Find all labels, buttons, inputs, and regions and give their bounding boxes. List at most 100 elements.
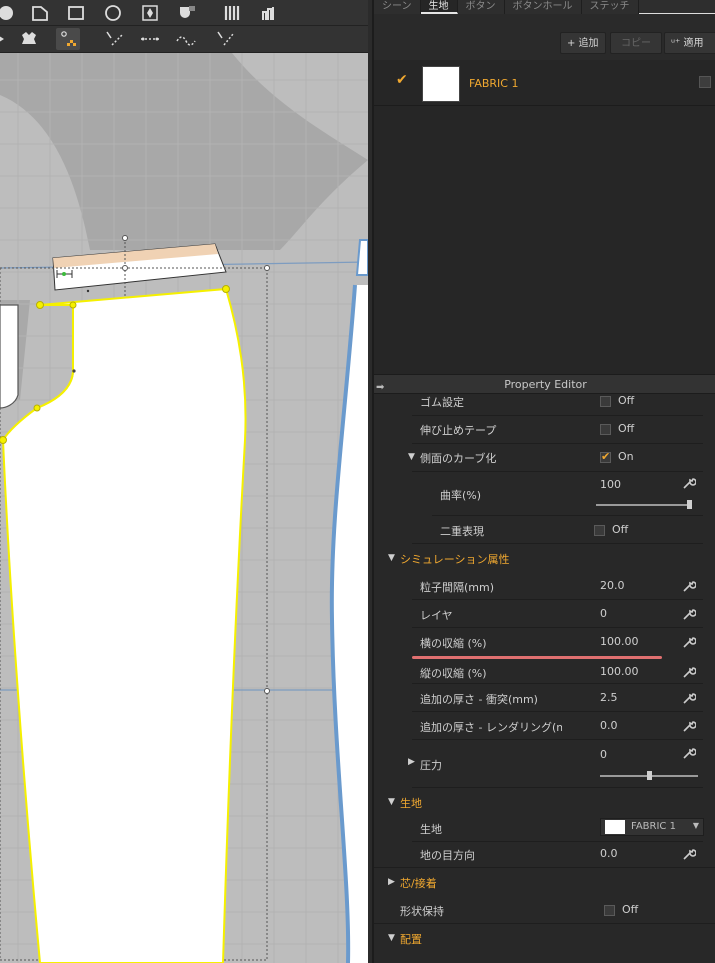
fabric-menu-icon[interactable] <box>699 76 711 88</box>
sokumen-checkbox[interactable] <box>600 450 611 463</box>
atsusa-render-value[interactable]: 0.0 <box>600 719 618 732</box>
atsuryoku-slider-thumb[interactable] <box>647 771 652 780</box>
layer-value[interactable]: 0 <box>600 607 607 620</box>
prop-row-atsusa-render: 追加の厚さ - レンダリング(mm) 0.0 <box>374 712 715 740</box>
yoko-value[interactable]: 100.00 <box>600 635 639 648</box>
wrench-icon[interactable] <box>682 476 696 490</box>
chevron-down-icon: ▼ <box>692 821 699 830</box>
prop-label: 縦の収縮 (%) <box>420 667 487 680</box>
kyokuritsu-value[interactable]: 100 <box>600 478 621 491</box>
ryushi-value[interactable]: 20.0 <box>600 579 625 592</box>
fabric-swatch <box>605 820 625 834</box>
prop-row-nijuu: 二重表現 Off <box>374 516 715 544</box>
wrench-icon[interactable] <box>682 847 696 861</box>
prop-label: ゴム設定 <box>420 396 464 409</box>
tab-buttonhole[interactable]: ボタンホール <box>505 0 582 14</box>
tate-value[interactable]: 100.00 <box>600 665 639 678</box>
kyokuritsu-slider[interactable] <box>596 504 690 506</box>
prop-row-kyokuritsu: 曲率(%) 100 <box>374 472 715 516</box>
prop-label: 地の目方向 <box>420 849 475 862</box>
tab-fabric[interactable]: 生地 <box>420 0 458 14</box>
wrench-icon[interactable] <box>682 579 696 593</box>
add-fabric-button[interactable]: + 追加 <box>560 32 606 54</box>
kyokuritsu-slider-thumb[interactable] <box>687 500 692 509</box>
tab-stitch[interactable]: ステッチ <box>582 0 639 14</box>
expand-triangle-icon[interactable]: ▼ <box>408 452 415 462</box>
check-icon: ✔ <box>396 72 408 88</box>
wrench-icon[interactable] <box>682 719 696 733</box>
section-label: 生地 <box>400 797 422 810</box>
prop-row-nobidome: 伸び止めテープ Off <box>374 416 715 444</box>
edit-point-tool-icon[interactable] <box>56 28 80 50</box>
prop-row-layer: レイヤ 0 <box>374 600 715 628</box>
tab-button[interactable]: ボタン <box>458 0 505 14</box>
gomu-checkbox[interactable] <box>600 396 611 407</box>
edit-curve-tool-icon[interactable] <box>103 28 127 50</box>
section-simulation[interactable]: ▼ シミュレーション属性 <box>374 544 715 572</box>
expand-triangle-icon[interactable]: ▼ <box>388 553 395 563</box>
property-editor-header: ➡ Property Editor <box>374 374 715 394</box>
wrench-icon[interactable] <box>682 691 696 705</box>
prop-row-yoko: 横の収縮 (%) 100.00 <box>374 628 715 656</box>
internal-line-tool-icon[interactable] <box>214 28 238 50</box>
fabric-select[interactable]: FABRIC 1 ▼ <box>600 818 704 836</box>
atsuryoku-value[interactable]: 0 <box>600 748 607 761</box>
expand-triangle-icon[interactable]: ▼ <box>388 933 395 943</box>
nobidome-checkbox[interactable] <box>600 424 611 435</box>
prop-label: 側面のカーブ化 <box>420 452 497 465</box>
highlight-underline <box>412 656 662 659</box>
fold-tool-icon[interactable] <box>221 2 245 24</box>
circle-tool-icon[interactable] <box>0 2 18 24</box>
tab-scene[interactable]: シーン <box>374 0 421 14</box>
edit-pattern-tool-icon[interactable] <box>17 28 41 50</box>
section-shin[interactable]: ▶ 芯/接着 <box>374 868 715 896</box>
nijuu-checkbox[interactable] <box>594 525 605 536</box>
wrench-icon[interactable] <box>682 665 696 679</box>
fabric-toolbar: + 追加 コピー ᵘ⁺ 適用 <box>374 14 715 60</box>
section-label: 芯/接着 <box>400 877 437 890</box>
keijo-value: Off <box>622 903 639 916</box>
fabric-list-item[interactable]: ✔ FABRIC 1 <box>374 60 715 106</box>
right-panel: シーン 生地 ボタン ボタンホール ステッチ + 追加 コピー ᵘ⁺ 適用 ✔ … <box>372 0 715 963</box>
fabric-swatch <box>422 66 460 102</box>
fabric-list: ✔ FABRIC 1 <box>374 60 715 368</box>
keijo-checkbox[interactable] <box>604 905 615 916</box>
sokumen-value: On <box>618 450 634 463</box>
prop-row-gomu: ゴム設定 Off <box>374 394 715 416</box>
rectangle-tool-icon[interactable] <box>64 2 88 24</box>
ellipse-tool-icon[interactable] <box>101 2 125 24</box>
pleat-tool-icon[interactable] <box>175 2 199 24</box>
expand-triangle-icon[interactable]: ▶ <box>408 757 415 767</box>
wrench-icon[interactable] <box>682 607 696 621</box>
pattern-canvas[interactable] <box>0 53 368 963</box>
dart-tool-icon[interactable] <box>138 2 162 24</box>
prop-label: 形状保持 <box>400 905 444 918</box>
nijuu-value: Off <box>612 523 629 536</box>
polygon-tool-icon[interactable] <box>28 2 52 24</box>
prop-row-atsusa-shototsu: 追加の厚さ - 衝突(mm) 2.5 <box>374 684 715 712</box>
prop-label: 追加の厚さ - 衝突(mm) <box>420 693 538 706</box>
prop-row-ryushi: 粒子間隔(mm) 20.0 <box>374 572 715 600</box>
atsusa-shototsu-value[interactable]: 2.5 <box>600 691 618 704</box>
prop-label: レイヤ <box>420 609 453 622</box>
object-browser-tabs: シーン 生地 ボタン ボタンホール ステッチ <box>374 0 715 14</box>
property-editor-title: Property Editor <box>504 378 587 391</box>
wrench-icon[interactable] <box>682 746 696 760</box>
jinome-value[interactable]: 0.0 <box>600 847 618 860</box>
section-fabric[interactable]: ▼ 生地 <box>374 788 715 816</box>
curve-segment-tool-icon[interactable] <box>174 28 198 50</box>
prop-label: 粒子間隔(mm) <box>420 581 495 594</box>
wrench-icon[interactable] <box>682 635 696 649</box>
transform-tool-icon[interactable] <box>0 28 16 50</box>
section-haichi[interactable]: ▼ 配置 <box>374 924 715 952</box>
prop-row-atsuryoku: ▶ 圧力 0 <box>374 740 715 788</box>
prop-label: 曲率(%) <box>440 489 482 502</box>
prop-label: 伸び止めテープ <box>420 424 497 437</box>
apply-fabric-button[interactable]: ᵘ⁺ 適用 <box>664 32 715 54</box>
nobidome-value: Off <box>618 422 635 435</box>
expand-triangle-icon[interactable]: ▶ <box>388 877 395 887</box>
segment-tool-icon[interactable] <box>258 2 282 24</box>
copy-fabric-button[interactable]: コピー <box>610 32 662 54</box>
segment-line-tool-icon[interactable] <box>138 28 162 50</box>
expand-triangle-icon[interactable]: ▼ <box>388 797 395 807</box>
